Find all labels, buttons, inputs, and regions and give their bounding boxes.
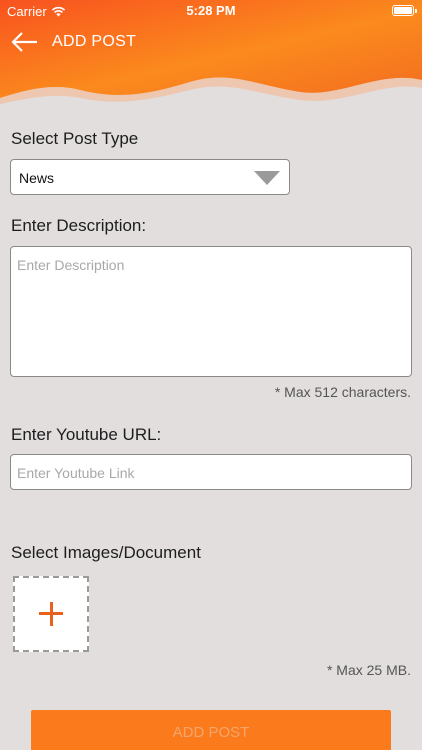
arrow-left-icon: [11, 32, 37, 52]
description-textarea[interactable]: Enter Description: [10, 246, 412, 377]
add-attachment-button[interactable]: [13, 576, 89, 652]
youtube-label: Enter Youtube URL:: [11, 425, 162, 444]
youtube-url-input[interactable]: Enter Youtube Link: [10, 454, 412, 490]
description-char-limit-hint: * Max 512 characters.: [274, 384, 411, 400]
description-placeholder: Enter Description: [17, 257, 125, 273]
post-type-selected-value: News: [19, 170, 55, 186]
post-type-label: Select Post Type: [11, 129, 139, 148]
plus-icon: [39, 602, 63, 626]
status-bar: Carrier 5:28 PM: [0, 0, 422, 22]
attachment-size-hint: * Max 25 MB.: [326, 662, 411, 678]
page-title: ADD POST: [52, 33, 137, 50]
status-time: 5:28 PM: [186, 3, 236, 18]
battery-icon: [392, 5, 417, 16]
youtube-placeholder: Enter Youtube Link: [17, 465, 135, 481]
post-type-select[interactable]: News: [10, 159, 290, 195]
back-button[interactable]: [10, 28, 40, 56]
header: Carrier 5:28 PM ADD POST: [0, 0, 422, 110]
description-label: Enter Description:: [11, 216, 147, 235]
caret-down-icon: [254, 171, 280, 185]
add-post-screen: Carrier 5:28 PM ADD POST Select Post Typ…: [0, 0, 422, 750]
add-post-button-label: ADD POST: [172, 724, 250, 741]
nav-bar: ADD POST: [0, 26, 422, 58]
attachments-label: Select Images/Document: [11, 543, 201, 562]
add-post-button[interactable]: ADD POST: [31, 710, 391, 750]
